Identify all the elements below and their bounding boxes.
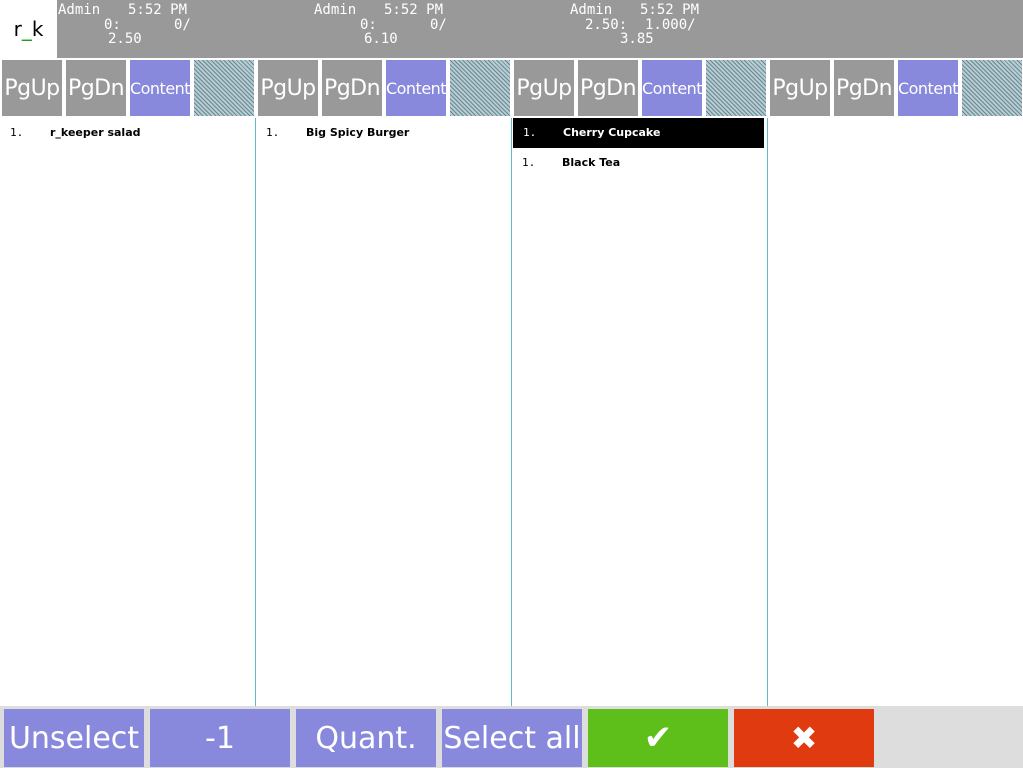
order-column-2: PgUp PgDn Content 1. Big Spicy Burger	[256, 58, 512, 706]
list-item[interactable]: 1. r_keeper salad	[0, 118, 255, 148]
item-number: 1.	[10, 126, 24, 139]
list-item-selected[interactable]: 1. Cherry Cupcake	[513, 118, 764, 148]
logo-text: r	[13, 17, 22, 41]
content-button[interactable]: Content	[898, 60, 959, 116]
cancel-button[interactable]: ✖	[734, 709, 874, 767]
item-list: 1. r_keeper salad	[0, 118, 255, 148]
pgdn-button[interactable]: PgDn	[834, 60, 894, 116]
item-number: 1.	[523, 126, 537, 139]
order-user: Admin	[314, 2, 357, 18]
column-divider	[255, 118, 256, 706]
pgup-button[interactable]: PgUp	[514, 60, 574, 116]
order-user: Admin	[570, 2, 613, 18]
header-bar: r _ k Admin 5:52 PM 0: 0/ 2.50 Admin 5:52 PM …	[0, 0, 1023, 58]
quantity-button[interactable]: Quant.	[296, 709, 436, 767]
order-user: Admin	[58, 2, 101, 18]
nav-button-row: PgUp PgDn Content	[0, 58, 256, 118]
order-column-1: PgUp PgDn Content 1. r_keeper salad	[0, 58, 256, 706]
order-field-a: 2.50:	[585, 16, 628, 33]
unselect-button[interactable]: Unselect	[4, 709, 144, 767]
item-list: 1. Cherry Cupcake 1. Black Tea	[512, 118, 767, 178]
ok-button[interactable]: ✔	[588, 709, 728, 767]
nav-button-row: PgUp PgDn Content	[256, 58, 512, 118]
item-name: Big Spicy Burger	[306, 126, 410, 139]
hatched-button[interactable]	[194, 60, 254, 116]
content-button[interactable]: Content	[386, 60, 447, 116]
minus-one-button[interactable]: -1	[150, 709, 290, 767]
column-divider	[511, 118, 512, 706]
order-total: 3.85	[620, 31, 654, 47]
list-item[interactable]: 1. Big Spicy Burger	[256, 118, 511, 148]
order-time: 5:52 PM	[128, 2, 188, 18]
order-field-a: 0:	[104, 16, 121, 33]
app-logo: r _ k	[0, 0, 57, 58]
hatched-button[interactable]	[706, 60, 766, 116]
pgup-button[interactable]: PgUp	[258, 60, 318, 116]
logo-text: k	[31, 17, 44, 41]
item-name: Black Tea	[562, 156, 621, 169]
nav-button-row: PgUp PgDn Content	[768, 58, 1023, 118]
item-number: 1.	[266, 126, 280, 139]
list-item[interactable]: 1. Black Tea	[512, 148, 767, 178]
order-field-b: 1.000/	[645, 16, 696, 33]
item-name: r_keeper salad	[50, 126, 141, 139]
hatched-button[interactable]	[450, 60, 510, 116]
order-total: 2.50	[108, 31, 142, 47]
order-field-b: 0/	[430, 16, 447, 33]
content-button[interactable]: Content	[130, 60, 191, 116]
item-number: 1.	[522, 156, 536, 169]
pgdn-button[interactable]: PgDn	[322, 60, 382, 116]
checkmark-icon: ✔	[643, 718, 673, 758]
order-total: 6.10	[364, 31, 398, 47]
order-field-a: 0:	[360, 16, 377, 33]
nav-button-row: PgUp PgDn Content	[512, 58, 768, 118]
pgdn-button[interactable]: PgDn	[578, 60, 638, 116]
order-time: 5:52 PM	[384, 2, 444, 18]
content-button[interactable]: Content	[642, 60, 703, 116]
order-field-b: 0/	[174, 16, 191, 33]
select-all-button[interactable]: Select all	[442, 709, 582, 767]
item-list: 1. Big Spicy Burger	[256, 118, 511, 148]
hatched-button[interactable]	[962, 60, 1022, 116]
pgdn-button[interactable]: PgDn	[66, 60, 126, 116]
close-icon: ✖	[790, 719, 818, 757]
column-divider	[767, 118, 768, 706]
order-column-4: PgUp PgDn Content	[768, 58, 1023, 706]
order-column-3: PgUp PgDn Content 1. Cherry Cupcake 1. B…	[512, 58, 768, 706]
pgup-button[interactable]: PgUp	[2, 60, 62, 116]
order-time: 5:52 PM	[640, 2, 700, 18]
logo-underscore: _	[21, 17, 32, 41]
order-info-2: Admin 5:52 PM 0: 0/ 6.10	[314, 3, 484, 57]
item-name: Cherry Cupcake	[563, 126, 661, 139]
order-info-1: Admin 5:52 PM 0: 0/ 2.50	[58, 3, 228, 57]
pgup-button[interactable]: PgUp	[770, 60, 830, 116]
action-bar: Unselect -1 Quant. Select all ✔ ✖	[0, 706, 1023, 768]
order-info-3: Admin 5:52 PM 2.50: 1.000/ 3.85	[570, 3, 740, 57]
